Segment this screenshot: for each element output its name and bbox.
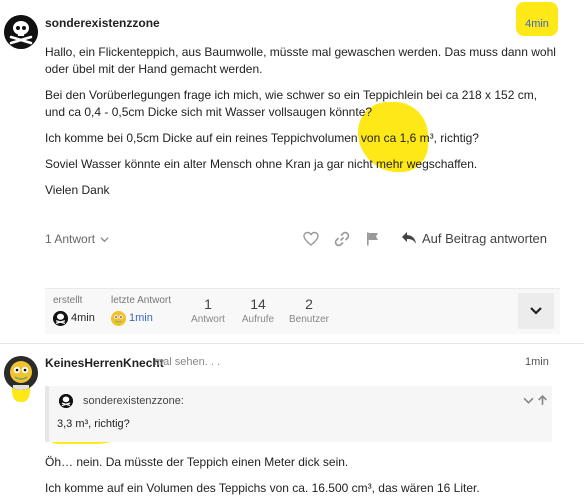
stat-views-count: 14: [250, 296, 266, 312]
post-date[interactable]: 1min: [525, 356, 549, 368]
chevron-down-icon: [530, 307, 542, 315]
stat-users-count: 2: [305, 296, 313, 312]
replies-count-label: 1 Antwort: [45, 232, 96, 246]
arrow-up-icon[interactable]: [537, 395, 548, 406]
post-paragraph: Hallo, ein Flickenteppich, aus Baumwolle…: [45, 45, 556, 76]
avatar[interactable]: [53, 311, 68, 326]
post-paragraph: Vielen Dank: [45, 183, 110, 197]
post-paragraph: Bei den Vorüberlegungen frage ich mich, …: [45, 88, 538, 119]
post-paragraph: Soviel Wasser könnte ein alter Mensch oh…: [45, 157, 478, 171]
topic-map: erstellt 4min letzte Antwort 1min 1 Antw…: [45, 288, 560, 334]
user-status: mal sehen. . .: [154, 356, 221, 368]
reply-icon: [402, 232, 416, 244]
last-reply-time[interactable]: 1min: [129, 312, 153, 324]
quote-controls: [521, 395, 551, 407]
stat-replies-count: 1: [204, 296, 212, 312]
stat-replies-label: Antwort: [191, 314, 225, 325]
created-time[interactable]: 4min: [71, 312, 95, 324]
stat-views-label: Aufrufe: [241, 314, 275, 325]
chevron-down-icon: [100, 237, 109, 243]
created-label: erstellt: [53, 295, 83, 306]
reply-button-label: Auf Beitrag antworten: [422, 231, 548, 246]
avatar[interactable]: [4, 15, 38, 49]
post-author[interactable]: sonderexistenzzone: [45, 16, 160, 30]
avatar[interactable]: [4, 356, 38, 390]
post-actions: 1 Antwort Auf Beitrag antworten: [45, 228, 560, 250]
chevron-down-icon[interactable]: [523, 395, 534, 406]
flag-icon[interactable]: [365, 231, 381, 247]
quote-block: sonderexistenzzone: 3,3 m³, richtig?: [45, 386, 552, 442]
expand-topic-map-button[interactable]: [518, 293, 554, 329]
post-date[interactable]: 4min: [516, 2, 558, 36]
link-icon[interactable]: [334, 231, 350, 247]
post-paragraph: Ich komme auf ein Volumen des Teppichs v…: [45, 481, 480, 495]
quote-author: sonderexistenzzone:: [83, 395, 184, 407]
show-replies-button[interactable]: 1 Antwort: [45, 232, 109, 246]
post-author[interactable]: KeinesHerrenKnecht: [45, 356, 164, 370]
quote-text: 3,3 m³, richtig?: [57, 418, 130, 430]
post-paragraph: Ich komme bei 0,5cm Dicke auf ein reines…: [45, 131, 479, 145]
stat-users-label: Benutzer: [288, 314, 330, 325]
last-reply-label: letzte Antwort: [111, 295, 172, 306]
avatar[interactable]: [111, 311, 126, 326]
post: sonderexistenzzone 4min Hallo, ein Flick…: [0, 0, 584, 340]
heart-icon[interactable]: [303, 231, 319, 247]
post-paragraph: Öh… nein. Da müsste der Teppich einen Me…: [45, 455, 349, 469]
avatar[interactable]: [59, 394, 73, 408]
post-divider: [0, 343, 584, 344]
